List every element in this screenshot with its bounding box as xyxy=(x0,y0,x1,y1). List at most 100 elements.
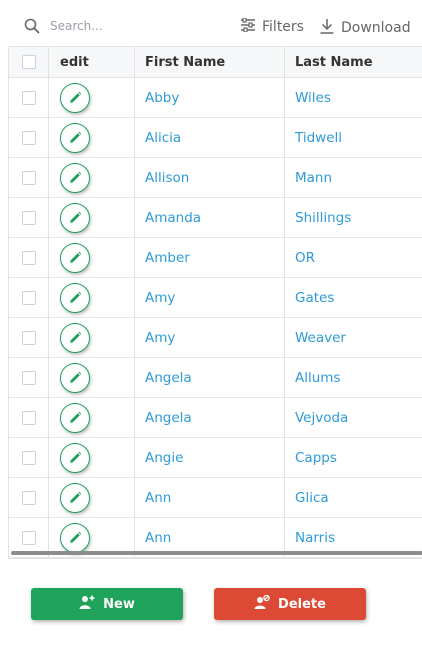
table-row[interactable]: Alicia Tidwell xyxy=(9,118,422,158)
edit-row-button[interactable] xyxy=(60,82,90,113)
edit-cell xyxy=(49,478,135,517)
pencil-icon xyxy=(68,291,82,305)
pencil-icon xyxy=(68,251,82,265)
table-row[interactable]: Angela Vejvoda xyxy=(9,398,422,438)
row-checkbox[interactable] xyxy=(21,490,36,505)
first-name-cell[interactable]: Amber xyxy=(135,238,285,277)
last-name-cell[interactable]: Glica xyxy=(285,478,422,517)
pencil-icon xyxy=(68,211,82,225)
filters-label: Filters xyxy=(262,19,304,35)
table-row[interactable]: Allison Mann xyxy=(9,158,422,198)
row-checkbox[interactable] xyxy=(21,330,36,345)
table-row[interactable]: Abby Wiles xyxy=(9,78,422,118)
edit-row-button[interactable] xyxy=(60,402,90,433)
last-name-cell[interactable]: Mann xyxy=(285,158,422,197)
first-name-cell[interactable]: Amanda xyxy=(135,198,285,237)
first-name-cell[interactable]: Angela xyxy=(135,398,285,437)
edit-cell xyxy=(49,278,135,317)
first-name-cell[interactable]: Angela xyxy=(135,358,285,397)
pencil-icon xyxy=(68,531,82,545)
edit-row-button[interactable] xyxy=(60,362,90,393)
edit-cell xyxy=(49,118,135,157)
last-name-cell[interactable]: Tidwell xyxy=(285,118,422,157)
column-header-edit[interactable]: edit xyxy=(49,47,135,77)
last-name-cell[interactable]: OR xyxy=(285,238,422,277)
row-select-cell xyxy=(9,118,49,157)
edit-row-button[interactable] xyxy=(60,442,90,473)
row-checkbox[interactable] xyxy=(21,530,36,545)
edit-cell xyxy=(49,238,135,277)
search-input[interactable] xyxy=(48,18,172,34)
edit-row-button[interactable] xyxy=(60,482,90,513)
last-name-cell[interactable]: Weaver xyxy=(285,318,422,357)
row-select-cell xyxy=(9,398,49,437)
table-row[interactable]: Amber OR xyxy=(9,238,422,278)
new-button-label: New xyxy=(103,596,135,612)
last-name-cell[interactable]: Vejvoda xyxy=(285,398,422,437)
first-name-cell[interactable]: Abby xyxy=(135,78,285,117)
last-name-cell[interactable]: Gates xyxy=(285,278,422,317)
delete-button[interactable]: Delete xyxy=(214,588,366,620)
table-row[interactable]: Ann Glica xyxy=(9,478,422,518)
pencil-icon xyxy=(68,91,82,105)
row-checkbox[interactable] xyxy=(21,250,36,265)
table-row[interactable]: Angela Allums xyxy=(9,358,422,398)
row-select-cell xyxy=(9,318,49,357)
select-all-checkbox[interactable] xyxy=(21,55,36,69)
sliders-icon xyxy=(240,17,256,36)
pencil-icon xyxy=(68,451,82,465)
edit-cell xyxy=(49,358,135,397)
row-select-cell xyxy=(9,278,49,317)
new-button[interactable]: New xyxy=(31,588,183,620)
edit-row-button[interactable] xyxy=(60,162,90,193)
filters-button[interactable]: Filters xyxy=(240,17,304,36)
row-checkbox[interactable] xyxy=(21,130,36,145)
edit-row-button[interactable] xyxy=(60,202,90,233)
row-checkbox[interactable] xyxy=(21,210,36,225)
column-header-first-name[interactable]: First Name xyxy=(135,47,285,77)
last-name-cell[interactable]: Wiles xyxy=(285,78,422,117)
delete-button-label: Delete xyxy=(278,596,326,612)
pencil-icon xyxy=(68,411,82,425)
horizontal-scrollbar[interactable] xyxy=(11,551,422,555)
pencil-icon xyxy=(68,491,82,505)
row-select-cell xyxy=(9,438,49,477)
edit-row-button[interactable] xyxy=(60,122,90,153)
row-select-cell xyxy=(9,238,49,277)
pencil-icon xyxy=(68,131,82,145)
search-box[interactable] xyxy=(24,18,172,34)
search-icon xyxy=(24,18,40,34)
pencil-icon xyxy=(68,371,82,385)
first-name-cell[interactable]: Alicia xyxy=(135,118,285,157)
first-name-cell[interactable]: Ann xyxy=(135,478,285,517)
edit-row-button[interactable] xyxy=(60,242,90,273)
first-name-cell[interactable]: Amy xyxy=(135,318,285,357)
last-name-cell[interactable]: Capps xyxy=(285,438,422,477)
row-select-cell xyxy=(9,198,49,237)
edit-cell xyxy=(49,398,135,437)
row-checkbox[interactable] xyxy=(21,410,36,425)
edit-cell xyxy=(49,158,135,197)
table-row[interactable]: Amanda Shillings xyxy=(9,198,422,238)
table-row[interactable]: Angie Capps xyxy=(9,438,422,478)
row-checkbox[interactable] xyxy=(21,90,36,105)
row-checkbox[interactable] xyxy=(21,450,36,465)
select-all-cell xyxy=(9,47,49,77)
table-row[interactable]: Amy Gates xyxy=(9,278,422,318)
first-name-cell[interactable]: Allison xyxy=(135,158,285,197)
last-name-cell[interactable]: Shillings xyxy=(285,198,422,237)
row-checkbox[interactable] xyxy=(21,290,36,305)
add-user-icon xyxy=(79,595,103,613)
row-select-cell xyxy=(9,78,49,117)
download-button[interactable]: Download xyxy=(319,18,411,38)
edit-row-button[interactable] xyxy=(60,322,90,353)
edit-row-button[interactable] xyxy=(60,282,90,313)
first-name-cell[interactable]: Angie xyxy=(135,438,285,477)
first-name-cell[interactable]: Amy xyxy=(135,278,285,317)
row-checkbox[interactable] xyxy=(21,170,36,185)
last-name-cell[interactable]: Allums xyxy=(285,358,422,397)
row-checkbox[interactable] xyxy=(21,370,36,385)
table-row[interactable]: Amy Weaver xyxy=(9,318,422,358)
column-header-last-name[interactable]: Last Name xyxy=(285,47,422,77)
edit-row-button[interactable] xyxy=(60,522,90,553)
